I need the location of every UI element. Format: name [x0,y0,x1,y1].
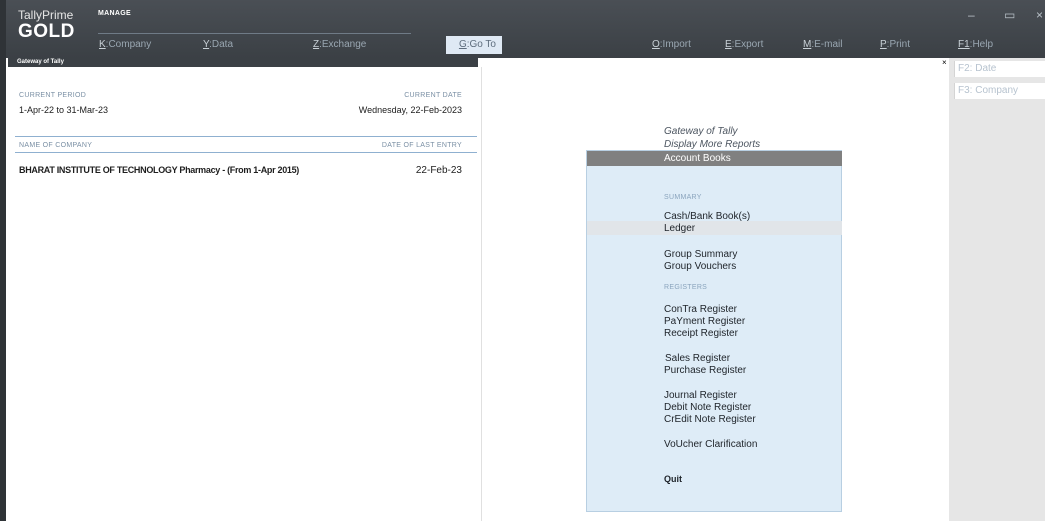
menu-item-contra-register[interactable]: ConTra Register [664,304,737,315]
menu-item-payment-register[interactable]: PaYment Register [664,316,745,327]
menu-title: Account Books [587,151,842,166]
f3-company-button[interactable]: F3: Company [954,83,1045,99]
menu-item-ledger[interactable]: Ledger [664,223,695,234]
panel-close-icon[interactable]: × [942,58,951,67]
menu-item-debit-note-register[interactable]: Debit Note Register [664,402,751,413]
last-entry-date: 22-Feb-23 [415,165,462,176]
brand: TallyPrime GOLD [18,8,75,42]
company-header-rule [15,136,477,137]
current-period-label: CURRENT PERIOD [19,92,87,99]
menu-item-purchase-register[interactable]: Purchase Register [664,365,746,376]
summary-section-label: SUMMARY [664,194,702,201]
company-name[interactable]: BHARAT INSTITUTE OF TECHNOLOGY Pharmacy … [19,165,299,175]
pane-divider [481,67,482,521]
current-date-value[interactable]: Wednesday, 22-Feb-2023 [359,105,462,115]
email-button[interactable]: M:E-mail [803,39,842,50]
import-button[interactable]: O:Import [652,39,691,50]
exchange-menu[interactable]: Z:Exchange [313,39,366,50]
f2-date-button[interactable]: F2: Date [954,61,1045,77]
maximize-icon[interactable]: ▭ [1004,8,1015,22]
left-strip [0,0,6,521]
menu-item-voucher-clarification[interactable]: VoUcher Clarification [664,439,757,450]
edition-name: GOLD [18,21,75,42]
data-menu[interactable]: Y:Data [203,39,233,50]
help-button[interactable]: F1:Help [958,39,993,50]
manage-label: MANAGE [98,10,131,17]
company-menu[interactable]: K:Company [99,39,151,50]
breadcrumb-gateway: Gateway of Tally [664,126,738,137]
selected-row-highlight [587,221,842,235]
menu-item-credit-note-register[interactable]: CrEdit Note Register [664,414,756,425]
last-entry-label: DATE OF LAST ENTRY [381,142,462,149]
print-button[interactable]: P:Print [880,39,910,50]
product-name: TallyPrime [18,8,74,22]
menu-item-journal-register[interactable]: Journal Register [664,390,737,401]
right-button-panel [949,58,1045,521]
current-date-label: CURRENT DATE [404,92,462,99]
menu-item-group-vouchers[interactable]: Group Vouchers [664,261,736,272]
menu-item-group-summary[interactable]: Group Summary [664,249,737,260]
manage-divider [98,33,411,34]
gateway-strip-label: Gateway of Tally [17,59,64,65]
breadcrumb-display-more-reports: Display More Reports [664,139,761,150]
export-button[interactable]: E:Export [725,39,763,50]
menu-item-sales-register[interactable]: Sales Register [665,353,730,364]
company-name-label: NAME OF COMPANY [19,142,93,149]
company-list-rule [15,152,477,153]
registers-section-label: REGISTERS [664,284,708,291]
goto-button[interactable]: G:Go To [446,36,502,54]
gateway-strip: Gateway of Tally [8,58,478,67]
current-period-value[interactable]: 1-Apr-22 to 31-Mar-23 [19,105,108,115]
menu-item-quit[interactable]: Quit [664,474,682,484]
close-icon[interactable]: × [1036,8,1043,22]
menu-item-receipt-register[interactable]: Receipt Register [664,328,738,339]
minimize-icon[interactable]: – [968,8,975,22]
